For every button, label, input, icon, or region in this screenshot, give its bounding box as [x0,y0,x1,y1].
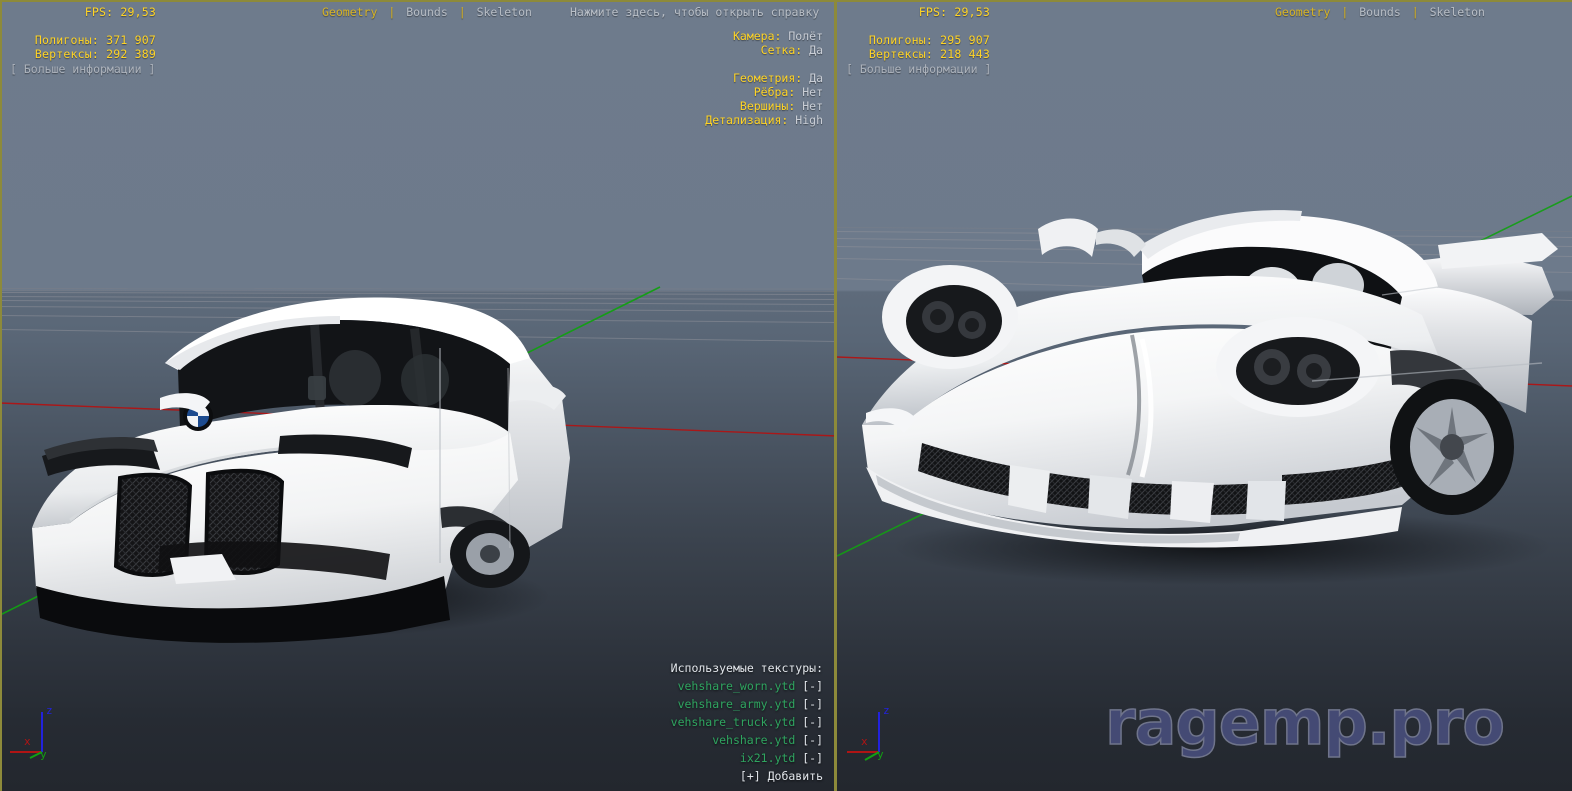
polygons-value: 295 907 [940,33,990,47]
stats-panel-right: FPS: 29,53 Полигоны: 295 907 Вертексы: 2… [845,5,990,61]
vehicle-model-right [842,175,1562,595]
vertices-toggle-row: Вершины: Нет [560,99,823,113]
tab-separator: | [1408,5,1423,19]
tab-separator: | [384,5,399,19]
geometry-value: Да [809,71,823,85]
viewport-splitter[interactable] [834,0,837,791]
polygons-row-left: Полигоны: 371 907 [0,33,156,47]
frame-left-border [0,0,2,791]
tab-separator: | [1337,5,1352,19]
axis-z-label: z [883,704,890,717]
vehicle-model-left [10,228,610,648]
axis-x-label: x [24,735,31,748]
vertices-row-right: Вертексы: 218 443 [845,47,990,61]
vertices-toggle-label: Вершины: [740,99,795,113]
tab-skeleton-left[interactable]: Skeleton [477,5,532,19]
vertices-value: 292 389 [106,47,156,61]
camera-row: Камера: Полёт [560,29,823,43]
stats-panel-left: FPS: 29,53 Полигоны: 371 907 Вертексы: 2… [0,5,156,61]
tab-bounds-left[interactable]: Bounds [406,5,448,19]
vertices-label: Вертексы: [35,47,99,61]
geometry-row: Геометрия: Да [560,71,823,85]
grid-value: Да [809,43,823,57]
polygons-value: 371 907 [106,33,156,47]
texture-name: vehshare_army.ytd [678,697,796,711]
ground-grid-right [837,0,1572,791]
fps-value: 29,53 [954,5,990,19]
tab-geometry-right[interactable]: Geometry [1275,5,1330,19]
tab-skeleton-right[interactable]: Skeleton [1430,5,1485,19]
axis-y-label: y [877,748,884,761]
vertices-toggle-value: Нет [802,99,823,113]
grid-label: Сетка: [761,43,803,57]
vertices-row-left: Вертексы: 292 389 [0,47,156,61]
texture-remove-tag[interactable]: [-] [802,733,823,747]
model-viewer-app: FPS: 29,53 Полигоны: 371 907 Вертексы: 2… [0,0,1572,791]
camera-label: Камера: [733,29,781,43]
texture-item[interactable]: vehshare_worn.ytd [-] [600,677,823,695]
info-gap [560,57,823,71]
more-info-button-right[interactable]: [ Больше информации ] [846,62,991,76]
more-info-button-left[interactable]: [ Больше информации ] [10,62,155,76]
frame-top-border [0,0,1572,2]
vertices-label: Вертексы: [869,47,933,61]
detail-label: Детализация: [705,113,788,127]
add-texture-button[interactable]: [+] Добавить [600,767,823,785]
view-mode-tabs-right: Geometry | Bounds | Skeleton [1275,5,1485,19]
textures-panel: Используемые текстуры: vehshare_worn.ytd… [600,659,823,785]
edges-row: Рёбра: Нет [560,85,823,99]
texture-remove-tag[interactable]: [-] [802,697,823,711]
tab-geometry-left[interactable]: Geometry [322,5,377,19]
camera-value: Полёт [788,29,823,43]
tab-bounds-right[interactable]: Bounds [1359,5,1401,19]
geometry-label: Геометрия: [733,71,802,85]
fps-row-left: FPS: 29,53 [0,5,156,19]
texture-name: vehshare_worn.ytd [678,679,796,693]
axis-gizmo-left: x y z [8,700,78,770]
edges-label: Рёбра: [754,85,796,99]
site-watermark: ragemp.pro [1105,686,1504,759]
polygons-label: Полигоны: [35,33,99,47]
detail-row: Детализация: High [560,113,823,127]
fps-row-right: FPS: 29,53 [845,5,990,19]
viewport-right[interactable]: FPS: 29,53 Полигоны: 295 907 Вертексы: 2… [837,0,1572,791]
axis-x-label: x [861,735,868,748]
axis-y-label: y [40,748,47,761]
texture-item[interactable]: vehshare.ytd [-] [600,731,823,749]
tab-separator: | [455,5,470,19]
texture-remove-tag[interactable]: [-] [802,715,823,729]
grid-row: Сетка: Да [560,43,823,57]
detail-value: High [795,113,823,127]
texture-name: vehshare_truck.ytd [671,715,796,729]
fps-label: FPS: [919,5,948,19]
camera-render-info: Камера: Полёт Сетка: Да Геометрия: Да Рё… [560,29,823,127]
texture-name: vehshare.ytd [712,733,795,747]
fps-label: FPS: [85,5,114,19]
texture-name: ix21.ytd [740,751,795,765]
polygons-label: Полигоны: [869,33,933,47]
axis-z-label: z [46,704,53,717]
texture-item[interactable]: ix21.ytd [-] [600,749,823,767]
help-hint-link[interactable]: Нажмите здесь, чтобы открыть справку [570,5,819,19]
axis-gizmo-right: x y z [845,700,915,770]
view-mode-tabs-left: Geometry | Bounds | Skeleton [322,5,532,19]
texture-remove-tag[interactable]: [-] [802,751,823,765]
edges-value: Нет [802,85,823,99]
texture-item[interactable]: vehshare_truck.ytd [-] [600,713,823,731]
vertices-value: 218 443 [940,47,990,61]
polygons-row-right: Полигоны: 295 907 [845,33,990,47]
texture-item[interactable]: vehshare_army.ytd [-] [600,695,823,713]
texture-remove-tag[interactable]: [-] [802,679,823,693]
viewport-left[interactable]: FPS: 29,53 Полигоны: 371 907 Вертексы: 2… [0,0,837,791]
textures-title: Используемые текстуры: [600,659,823,677]
fps-value: 29,53 [120,5,156,19]
